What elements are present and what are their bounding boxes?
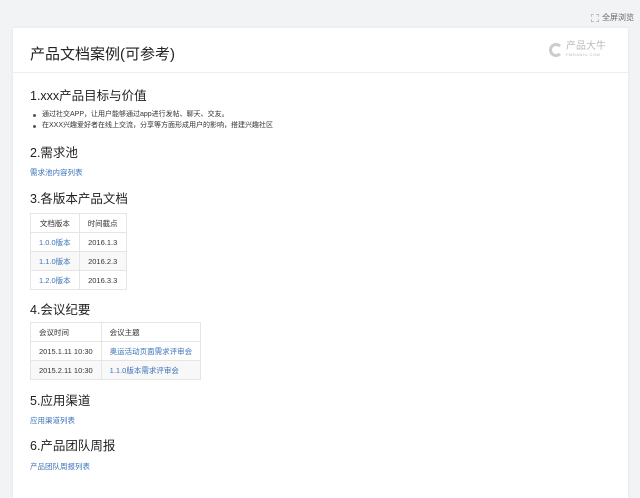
date-cell: 2016.3.3 [78,270,127,290]
table-header-row: 会议时间 会议主题 [30,322,202,342]
logo: 产品大牛 PMDANIU.COM [549,42,606,57]
weekly-report-link[interactable]: 产品团队周报列表 [30,461,90,472]
column-header: 文档版本 [30,213,80,233]
logo-subtext: PMDANIU.COM [566,52,601,57]
list-item: 通过社交APP，让用户能够通过app进行发帖、聊天、交友。 [30,109,273,120]
logo-text: 产品大牛 [566,41,606,52]
column-header: 时间截点 [78,213,127,233]
table-row: 1.0.0版本 2016.1.3 [30,232,127,252]
document-header: 产品文档案例(可参考) 产品大牛 PMDANIU.COM [13,28,628,73]
list-item: 在XXX兴趣爱好者在线上交流，分享等方面形成用户的影响，搭建兴趣社区 [30,120,273,131]
expand-icon [591,13,599,22]
channels-link[interactable]: 应用渠道列表 [30,415,75,426]
table-header-row: 文档版本 时间截点 [30,213,127,233]
time-cell: 2015.1.11 10:30 [30,341,102,361]
date-cell: 2016.2.3 [78,251,127,271]
goal-list: 通过社交APP，让用户能够通过app进行发帖、聊天、交友。 在XXX兴趣爱好者在… [30,109,273,131]
column-header: 会议主题 [100,322,202,342]
requirements-pool-link[interactable]: 需求池内容列表 [30,167,83,178]
document-card: 产品文档案例(可参考) 产品大牛 PMDANIU.COM 1.xxx产品目标与价值… [13,28,628,498]
logo-icon [549,42,563,57]
table-row: 2015.2.11 10:30 1.1.0版本需求评审会 [30,360,202,380]
version-link[interactable]: 1.1.0版本 [39,257,71,266]
meeting-notes-table: 会议时间 会议主题 2015.1.11 10:30 奥运活动页面需求评审会 2015… [30,322,202,380]
version-link[interactable]: 1.0.0版本 [39,238,71,247]
time-cell: 2015.2.11 10:30 [30,360,102,380]
section-heading: 6.产品团队周报 [30,439,116,453]
section-heading: 3.各版本产品文档 [30,192,128,206]
section-heading: 2.需求池 [30,146,78,160]
version-link[interactable]: 1.2.0版本 [39,276,71,285]
table-row: 1.2.0版本 2016.3.3 [30,270,127,290]
column-header: 会议时间 [30,322,102,342]
section-heading: 1.xxx产品目标与价值 [30,89,147,103]
page-title: 产品文档案例(可参考) [30,46,175,63]
version-docs-table: 文档版本 时间截点 1.0.0版本 2016.1.3 1.1.0版本 2016.2.3… [30,213,127,290]
meeting-link[interactable]: 奥运活动页面需求评审会 [110,347,193,356]
section-heading: 4.会议纪要 [30,303,91,317]
fullscreen-button[interactable]: 全屏浏览 [591,12,634,23]
table-row: 2015.1.11 10:30 奥运活动页面需求评审会 [30,341,202,361]
date-cell: 2016.1.3 [78,232,127,252]
fullscreen-label: 全屏浏览 [602,13,634,22]
section-heading: 5.应用渠道 [30,394,91,408]
table-row: 1.1.0版本 2016.2.3 [30,251,127,271]
meeting-link[interactable]: 1.1.0版本需求评审会 [110,366,179,375]
